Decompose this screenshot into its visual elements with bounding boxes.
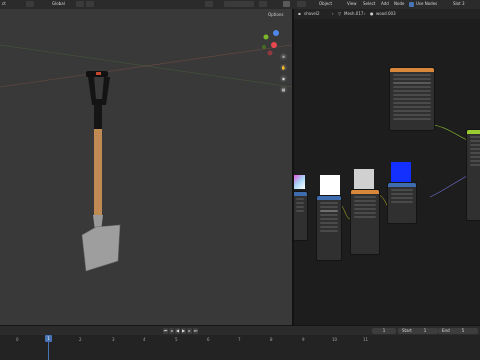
use-nodes-checkbox[interactable] xyxy=(409,2,414,7)
next-keyframe-icon[interactable]: ▸ xyxy=(187,328,192,334)
pause-icon[interactable] xyxy=(283,1,290,7)
playhead[interactable]: 1 xyxy=(45,335,52,342)
node-colorramp[interactable] xyxy=(316,195,342,261)
breadcrumb: ▪ shovel2 › ▽ Mesh.017 › ● wood.003 xyxy=(294,9,480,19)
start-frame-field[interactable]: Start 1 xyxy=(398,328,438,334)
transform-pivot-button[interactable] xyxy=(26,1,34,7)
frame-label: 3 xyxy=(112,337,115,342)
gizmo-neg-y xyxy=(262,45,266,49)
mesh-icon: ▽ xyxy=(338,11,342,16)
node-normal[interactable] xyxy=(387,182,417,224)
grey-preview xyxy=(354,169,374,189)
overlay-button[interactable] xyxy=(205,1,213,7)
frame-label: 11 xyxy=(363,337,369,342)
proportional-edit-button[interactable] xyxy=(86,1,94,7)
prev-keyframe-icon[interactable]: ◂ xyxy=(169,328,174,334)
node-links xyxy=(339,124,480,220)
gizmo-x xyxy=(271,42,277,48)
cube-icon: ▪ xyxy=(298,11,301,16)
play-reverse-icon[interactable]: ◀ xyxy=(175,328,180,334)
menu-view[interactable]: View xyxy=(347,1,357,7)
chevron-right-icon: › xyxy=(332,11,334,16)
shovel-collar xyxy=(94,105,102,129)
chevron-right-icon: › xyxy=(364,11,366,16)
zoom-icon[interactable]: ⊕ xyxy=(280,53,287,60)
shovel-handle-loop xyxy=(88,77,110,105)
end-frame-field[interactable]: End 5 xyxy=(438,328,478,334)
normal-map-preview xyxy=(391,162,411,182)
material-icon: ● xyxy=(370,11,374,16)
node-output[interactable] xyxy=(466,129,480,221)
start-value: 1 xyxy=(423,328,427,333)
menu-add[interactable]: Add xyxy=(381,1,389,7)
breadcrumb-mesh: Mesh.017 xyxy=(344,11,364,16)
grid-icon[interactable]: ▦ xyxy=(280,86,287,93)
3d-viewport[interactable]: Options ⊕ ✋ ◉ ▦ xyxy=(0,9,292,325)
frame-label: 4 xyxy=(143,337,146,342)
gradient-preview xyxy=(294,175,305,189)
snap-button[interactable] xyxy=(76,1,84,7)
slot-dropdown[interactable]: Slot 3 xyxy=(453,1,464,7)
object-dropdown[interactable]: Object xyxy=(319,1,332,7)
frame-label: 0 xyxy=(16,337,19,342)
origin-marker xyxy=(96,72,101,75)
use-nodes-label: Use Nodes xyxy=(416,1,438,6)
pan-icon[interactable]: ✋ xyxy=(280,64,287,71)
editor-type-label[interactable]: ct xyxy=(2,1,6,7)
frame-label: 9 xyxy=(302,337,305,342)
jump-end-icon[interactable]: ⏭ xyxy=(193,328,198,334)
timeline[interactable]: 0 1 2 3 4 5 6 7 8 9 10 11 xyxy=(0,335,480,360)
gizmo-z xyxy=(273,30,279,36)
white-preview xyxy=(320,175,340,195)
play-icon[interactable]: ▶ xyxy=(181,328,186,334)
breadcrumb-material: wood.003 xyxy=(376,11,396,16)
shading-dropdown[interactable] xyxy=(259,1,267,7)
end-value: 5 xyxy=(461,328,465,333)
frame-label: 10 xyxy=(332,337,338,342)
shading-modes[interactable] xyxy=(224,1,254,7)
orientation-dropdown[interactable]: Global xyxy=(52,1,65,7)
breadcrumb-object: shovel2 xyxy=(304,11,320,16)
camera-icon[interactable]: ◉ xyxy=(280,75,287,82)
playhead-line xyxy=(48,342,49,360)
node-mix[interactable] xyxy=(350,189,380,255)
shader-node-editor[interactable] xyxy=(294,19,480,325)
current-frame-field[interactable]: 1 xyxy=(372,328,396,334)
jump-start-icon[interactable]: ⏮ xyxy=(163,328,168,334)
viewport-canvas xyxy=(0,30,292,272)
start-label: Start xyxy=(402,328,412,333)
node-gradient[interactable] xyxy=(294,191,308,241)
frame-label: 5 xyxy=(175,337,178,342)
shovel-blade xyxy=(81,224,121,272)
editor-type-icon[interactable] xyxy=(297,1,306,7)
node-editor-header: Object View Select Add Node Use Nodes Sl… xyxy=(294,0,480,9)
frame-label: 2 xyxy=(79,337,82,342)
options-button[interactable]: Options xyxy=(268,12,283,17)
node-principled[interactable] xyxy=(389,67,435,131)
menu-node[interactable]: Node xyxy=(394,1,404,7)
frame-label: 8 xyxy=(270,337,273,342)
gizmo-neg-x xyxy=(267,50,273,56)
gizmo-y xyxy=(263,34,269,40)
frame-label: 7 xyxy=(238,337,241,342)
frame-label: 6 xyxy=(207,337,210,342)
menu-select[interactable]: Select xyxy=(363,1,375,7)
shovel-shaft xyxy=(94,127,102,215)
end-label: End xyxy=(442,328,450,333)
